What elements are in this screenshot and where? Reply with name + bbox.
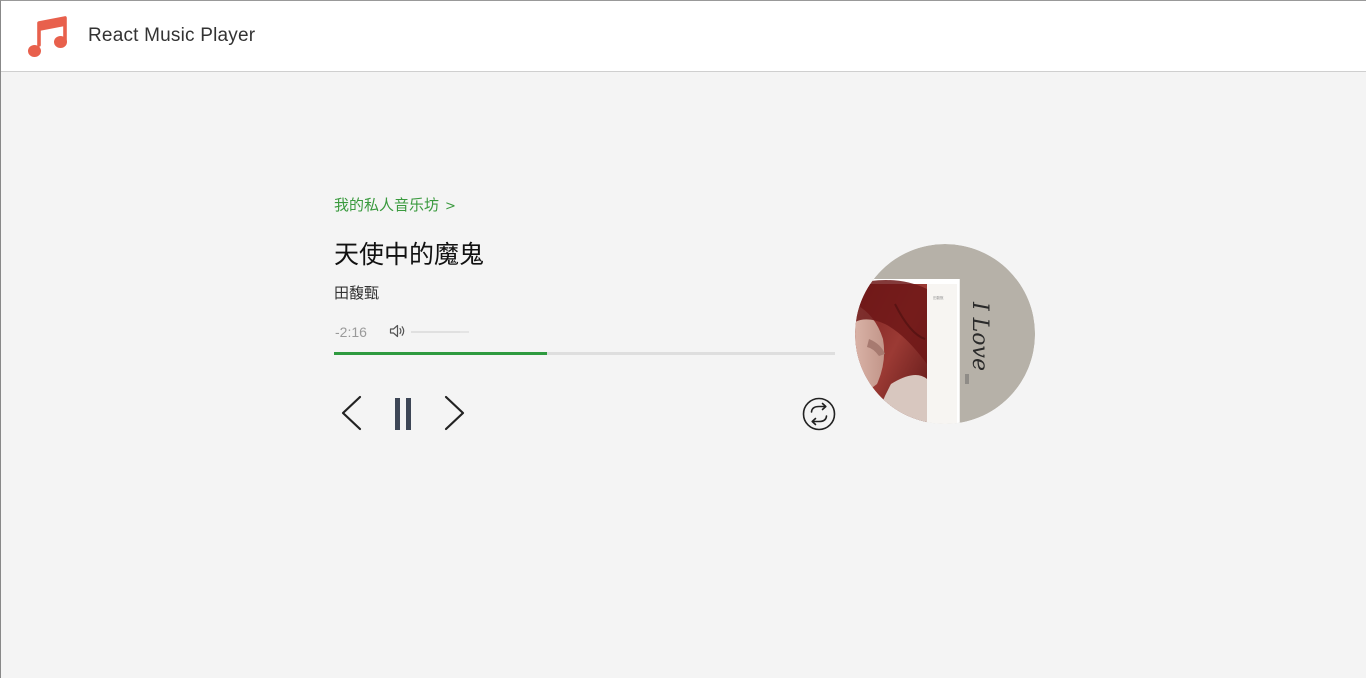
speaker-icon[interactable] [389, 324, 407, 338]
repeat-cycle-icon[interactable] [802, 397, 836, 431]
collection-link-label: 我的私人音乐坊 [334, 196, 440, 214]
chevron-left-icon[interactable] [339, 395, 363, 431]
volume-slider-fill [411, 331, 461, 333]
progress-bar-fill [334, 352, 547, 355]
artist-name: 田馥甄 [334, 284, 380, 302]
album-cover-lettering: I Love [967, 301, 992, 371]
svg-text:I Love: I Love [967, 301, 992, 371]
chevron-right-small-icon: > [445, 199, 456, 214]
remaining-time: -2:16 [335, 324, 367, 340]
song-title: 天使中的魔鬼 [334, 240, 485, 269]
collection-link[interactable]: 我的私人音乐坊 > [334, 194, 456, 215]
app-header: React Music Player [1, 1, 1366, 72]
app-window: React Music Player 我的私人音乐坊 > 天使中的魔鬼 田馥甄 -… [0, 0, 1366, 678]
chevron-right-icon[interactable] [443, 395, 467, 431]
album-cover-image: 田馥甄 I Love [855, 244, 1035, 424]
music-note-icon [28, 16, 67, 57]
app-title: React Music Player [88, 25, 256, 46]
progress-bar[interactable] [334, 352, 835, 355]
volume-slider[interactable] [411, 331, 469, 333]
svg-text:田馥甄: 田馥甄 [933, 295, 944, 300]
pause-icon[interactable] [392, 397, 414, 431]
